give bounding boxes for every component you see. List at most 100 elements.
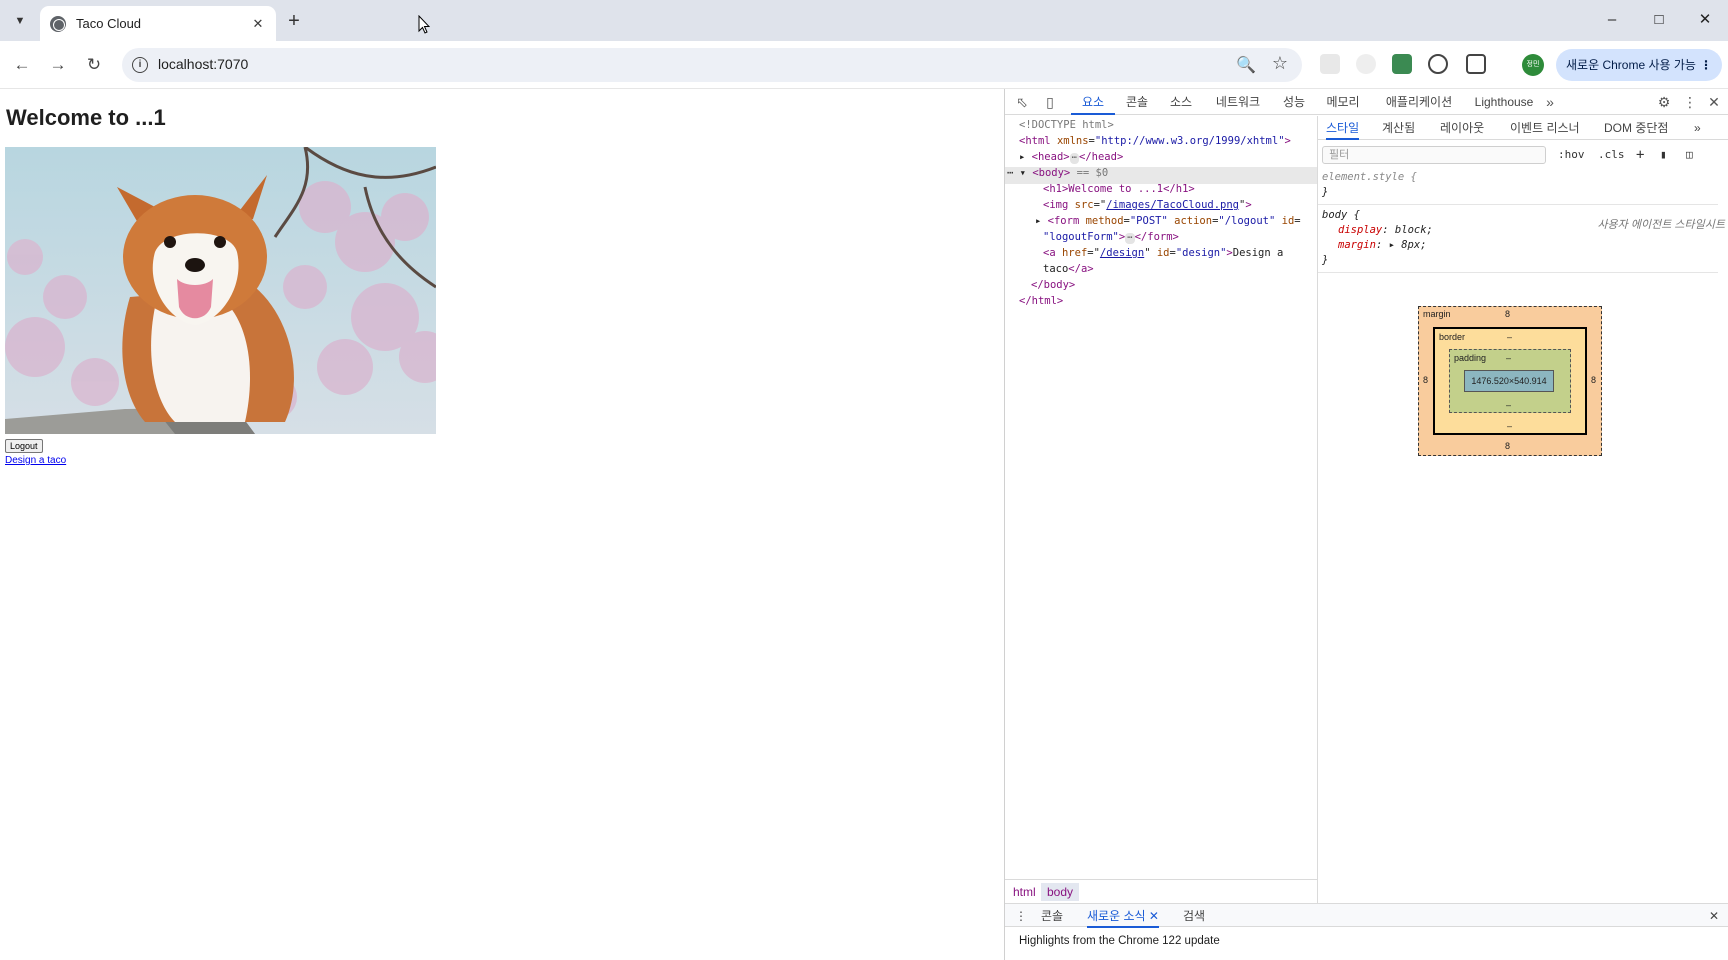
border-label: border	[1439, 332, 1466, 342]
subtab-event-listeners[interactable]: 이벤트 리스너	[1510, 116, 1580, 140]
tab-search-button[interactable]: ▼	[8, 9, 32, 33]
elements-tree: <!DOCTYPE html> <html xmlns="http://www.…	[1005, 116, 1317, 879]
puzzle-icon[interactable]	[1466, 54, 1486, 74]
tab-lighthouse[interactable]: Lighthouse	[1469, 89, 1539, 115]
toggle-sidebar-icon[interactable]: ◫	[1686, 146, 1693, 164]
paint-brush-icon[interactable]: ▮	[1660, 146, 1667, 164]
info-icon[interactable]: i	[132, 57, 148, 73]
update-chip-label: 새로운 Chrome 사용 가능	[1566, 58, 1696, 72]
maximize-button[interactable]: □	[1644, 8, 1674, 32]
dom-node-head[interactable]: ▸ <head> ⋯ </head>	[1019, 149, 1123, 165]
close-icon[interactable]: ✕	[1149, 909, 1159, 923]
dom-node-h1[interactable]: <h1>Welcome to ...1</h1>	[1043, 181, 1195, 197]
url-text[interactable]: localhost:7070	[158, 56, 248, 72]
extension-icon[interactable]	[1320, 54, 1340, 74]
element-style-close: }	[1322, 186, 1329, 198]
tab-strip: ▼ Taco Cloud ✕ + – □ ✕	[0, 0, 1728, 41]
more-tabs-icon[interactable]: »	[1541, 93, 1559, 111]
back-button[interactable]: ←	[10, 53, 34, 77]
reload-button[interactable]: ↻	[82, 53, 106, 77]
subtab-styles[interactable]: 스타일	[1326, 116, 1360, 140]
more-vert-icon[interactable]: ⋮	[1015, 904, 1027, 928]
collapse-triangle-icon: ▾	[1019, 167, 1026, 179]
box-model-content[interactable]: 1476.520×540.914	[1464, 370, 1554, 392]
margin-right-value: 8	[1591, 375, 1597, 385]
display-declaration[interactable]: display: block;	[1338, 223, 1433, 238]
cls-toggle[interactable]: .cls	[1598, 146, 1625, 164]
forward-button[interactable]: →	[46, 53, 70, 77]
subtab-computed[interactable]: 계산됨	[1382, 116, 1415, 140]
new-tab-button[interactable]: +	[282, 10, 306, 34]
tab-network[interactable]: 네트워크	[1205, 89, 1271, 115]
dom-node-html-close[interactable]: </html>	[1019, 293, 1063, 309]
dom-node-body-close[interactable]: </body>	[1031, 277, 1075, 293]
close-icon[interactable]: ✕	[1705, 93, 1723, 111]
body-rule-close: }	[1322, 254, 1329, 266]
dom-node-form[interactable]: ▸ <form method="POST" action="/logout" i…	[1035, 213, 1301, 229]
padding-bottom-value: –	[1506, 400, 1512, 410]
inspect-element-icon[interactable]: ⬁	[1013, 93, 1031, 111]
dom-node-body[interactable]: ⋯ ▾ <body> == $0	[1007, 165, 1108, 181]
devtools-drawer-bar: ⋮ 콘솔 새로운 소식 ✕ 검색 ✕	[1005, 903, 1728, 928]
tab-performance[interactable]: 성능	[1275, 89, 1313, 115]
box-model-margin[interactable]: margin 8 8 8 8 border – – padding – – 14…	[1418, 306, 1602, 456]
dom-node-a-cont[interactable]: taco</a>	[1043, 261, 1094, 277]
taco-cloud-image	[5, 147, 436, 434]
extension-icon[interactable]	[1428, 54, 1448, 74]
user-agent-stylesheet-label: 사용자 에이전트 스타일시트	[1597, 219, 1725, 231]
dog-photo-illustration	[5, 147, 436, 434]
dom-node-html[interactable]: <html xmlns="http://www.w3.org/1999/xhtm…	[1019, 133, 1291, 149]
element-style-rule[interactable]: element.style {	[1322, 170, 1417, 185]
close-drawer-icon[interactable]: ✕	[1709, 904, 1719, 928]
hov-toggle[interactable]: :hov	[1558, 146, 1585, 164]
subtab-layout[interactable]: 레이아웃	[1440, 116, 1484, 140]
extension-icon[interactable]	[1392, 54, 1412, 74]
design-taco-link[interactable]: Design a taco	[5, 455, 66, 466]
profile-avatar[interactable]: 정민	[1522, 54, 1544, 76]
breadcrumb-body[interactable]: body	[1041, 883, 1080, 901]
minimize-button[interactable]: –	[1597, 8, 1627, 32]
logout-button[interactable]: Logout	[5, 439, 43, 453]
gear-icon[interactable]: ⚙	[1655, 93, 1673, 111]
box-model-diagram: margin 8 8 8 8 border – – padding – – 14…	[1418, 306, 1602, 456]
tab-application[interactable]: 애플리케이션	[1373, 89, 1465, 115]
rule-divider	[1318, 204, 1718, 205]
body-rule-selector[interactable]: body {	[1322, 208, 1360, 223]
extension-icon[interactable]	[1356, 54, 1376, 74]
address-bar[interactable]: i localhost:7070 🔍 ☆	[122, 48, 1302, 82]
drawer-tab-whats-new-label: 새로운 소식	[1087, 909, 1146, 923]
drawer-tab-console[interactable]: 콘솔	[1041, 904, 1063, 928]
tab-elements[interactable]: 요소	[1071, 89, 1115, 115]
drawer-tab-search[interactable]: 검색	[1183, 904, 1205, 928]
padding-top-value: –	[1506, 353, 1512, 363]
drawer-tab-whats-new[interactable]: 새로운 소식 ✕	[1087, 904, 1159, 928]
box-model-padding[interactable]: padding – – 1476.520×540.914	[1449, 349, 1571, 413]
breadcrumb-html[interactable]: html	[1007, 883, 1042, 901]
device-toolbar-icon[interactable]: ▯	[1041, 93, 1059, 111]
browser-tab[interactable]: Taco Cloud ✕	[40, 6, 276, 41]
more-vert-icon: ⋮	[1700, 58, 1712, 72]
zoom-icon[interactable]: 🔍	[1236, 55, 1256, 75]
more-vert-icon[interactable]: ⋮	[1681, 93, 1699, 111]
close-window-button[interactable]: ✕	[1690, 8, 1720, 32]
box-model-border[interactable]: border – – padding – – 1476.520×540.914	[1433, 327, 1587, 435]
tab-sources[interactable]: 소스	[1161, 89, 1201, 115]
close-tab-icon[interactable]: ✕	[250, 16, 266, 32]
dom-node-a[interactable]: <a href="/design" id="design">Design a	[1043, 245, 1283, 261]
subtab-dom-breakpoints[interactable]: DOM 중단점	[1604, 116, 1668, 140]
styles-filter-input[interactable]: 필터	[1322, 146, 1546, 164]
dom-node-img[interactable]: <img src="/images/TacoCloud.png">	[1043, 197, 1252, 213]
margin-declaration[interactable]: margin: ▸ 8px;	[1338, 238, 1427, 253]
dom-node-form-cont[interactable]: "logoutForm"> ⋯ </form>	[1043, 229, 1179, 245]
tab-console[interactable]: 콘솔	[1117, 89, 1157, 115]
more-tabs-icon[interactable]: »	[1694, 116, 1701, 140]
padding-label: padding	[1454, 353, 1487, 363]
border-top-value: –	[1507, 332, 1513, 342]
tab-memory[interactable]: 메모리	[1317, 89, 1369, 115]
star-icon[interactable]: ☆	[1272, 53, 1288, 74]
chrome-update-button[interactable]: 새로운 Chrome 사용 가능 ⋮	[1556, 49, 1722, 81]
margin-bottom-value: 8	[1505, 441, 1511, 451]
dom-node-doctype[interactable]: <!DOCTYPE html>	[1019, 117, 1114, 133]
new-rule-icon[interactable]: +	[1636, 146, 1644, 164]
styles-pane: 스타일 계산됨 레이아웃 이벤트 리스너 DOM 중단점 » 필터 :hov .…	[1317, 116, 1728, 903]
